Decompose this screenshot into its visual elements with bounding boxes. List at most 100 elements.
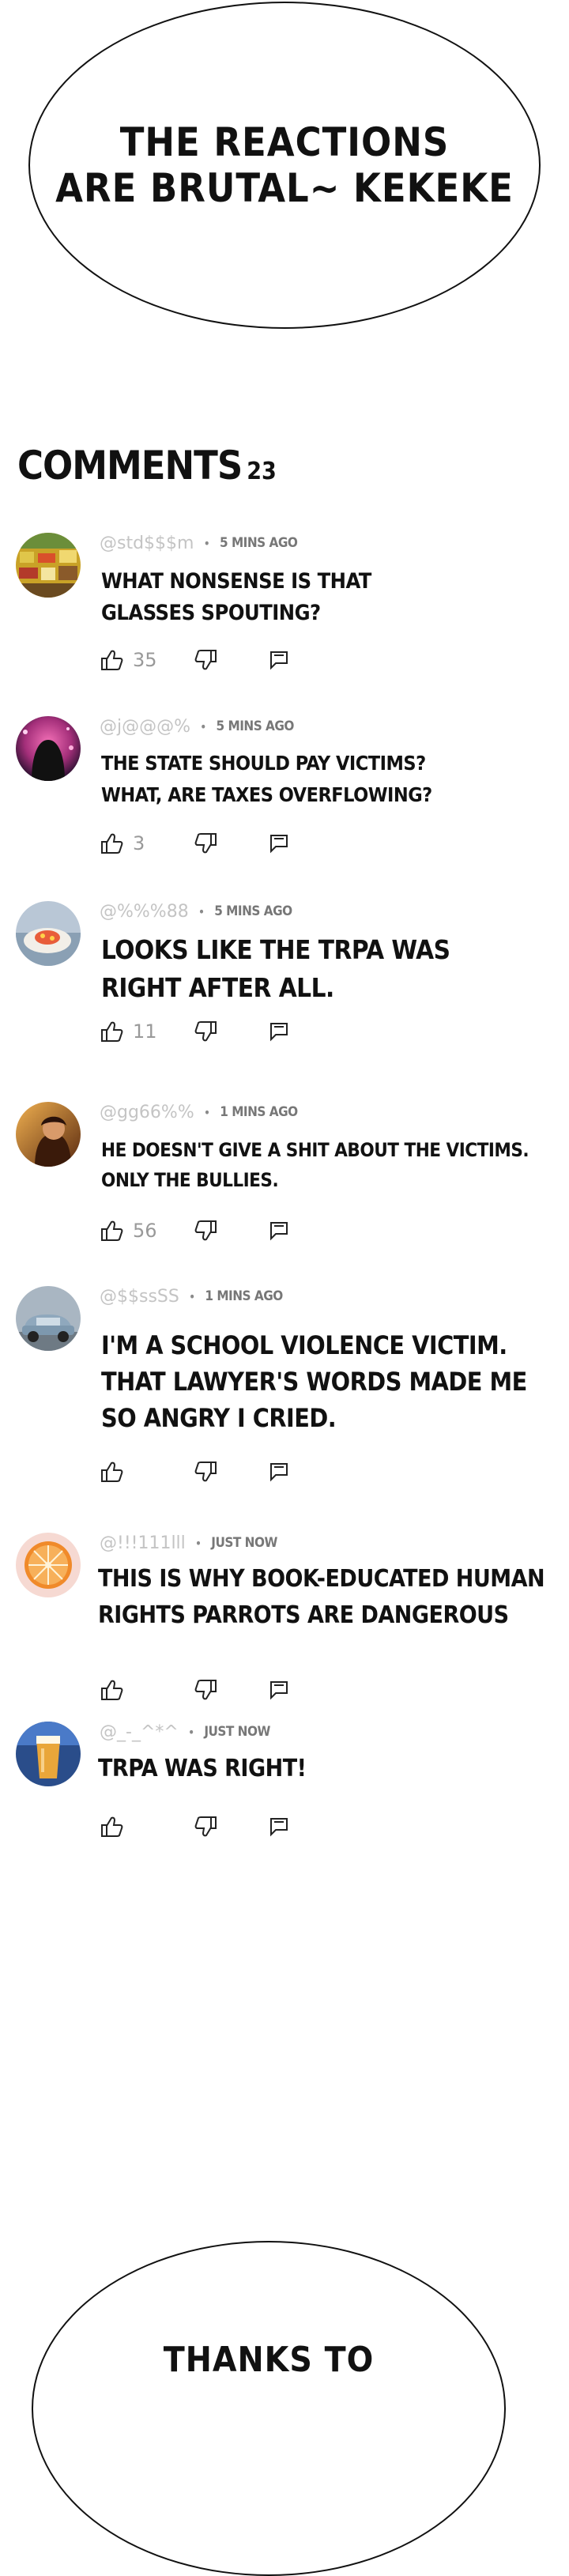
separator-dot: • bbox=[187, 1724, 195, 1740]
thumbs-up-icon bbox=[100, 648, 123, 672]
separator-dot: • bbox=[203, 535, 210, 551]
comment-meta: @%%%88 • 5 MINS AGO bbox=[100, 900, 292, 923]
thumbs-down-icon bbox=[194, 832, 218, 855]
dislike-button[interactable] bbox=[194, 1020, 218, 1043]
comment-handle[interactable]: @$$ssSS bbox=[100, 1287, 179, 1307]
comments-header: COMMENTS 23 bbox=[17, 443, 277, 488]
dislike-button[interactable] bbox=[194, 648, 218, 672]
separator-dot: • bbox=[203, 1104, 211, 1120]
comment-time: 5 MINS AGO bbox=[214, 903, 292, 919]
bottom-bubble-text: THANKS TO bbox=[163, 2340, 375, 2380]
comment-handle[interactable]: @%%%88 bbox=[100, 902, 189, 922]
reply-button[interactable] bbox=[267, 648, 291, 672]
thumbs-down-icon bbox=[194, 1678, 218, 1702]
thumbs-up-icon bbox=[100, 832, 123, 855]
thumbs-down-icon bbox=[194, 648, 218, 672]
like-button[interactable] bbox=[100, 1678, 133, 1702]
separator-dot: • bbox=[188, 1288, 196, 1304]
comment-time: 1 MINS AGO bbox=[220, 1104, 298, 1120]
like-button[interactable]: 35 bbox=[100, 648, 157, 672]
separator-dot: • bbox=[200, 718, 207, 734]
reply-button[interactable] bbox=[267, 832, 291, 855]
comments-count: 23 bbox=[247, 458, 277, 485]
comment-meta: @_-_^*^ • JUST NOW bbox=[100, 1720, 270, 1744]
comment-meta: @!!!111lll • JUST NOW bbox=[100, 1531, 277, 1555]
comment-meta: @j@@@% • 5 MINS AGO bbox=[100, 715, 294, 738]
thumbs-down-icon bbox=[194, 1219, 218, 1243]
comment-actions: 56 bbox=[100, 1219, 337, 1246]
orange-slice-avatar-icon[interactable] bbox=[16, 1533, 81, 1597]
reply-icon bbox=[267, 1020, 291, 1043]
comment-meta: @gg66%% • 1 MINS AGO bbox=[100, 1100, 298, 1124]
comment-actions: 11 bbox=[100, 1020, 337, 1047]
hooded-figure-avatar-icon[interactable] bbox=[16, 716, 81, 781]
comments-title: COMMENTS bbox=[17, 443, 243, 488]
comment-time: JUST NOW bbox=[204, 1724, 270, 1740]
dislike-button[interactable] bbox=[194, 1815, 218, 1839]
beer-glass-avatar-icon[interactable] bbox=[16, 1722, 81, 1786]
dislike-button[interactable] bbox=[194, 1678, 218, 1702]
reply-button[interactable] bbox=[267, 1460, 291, 1484]
reply-icon bbox=[267, 648, 291, 672]
comment-meta: @std$$$m • 5 MINS AGO bbox=[100, 531, 298, 555]
thumbs-down-icon bbox=[194, 1020, 218, 1043]
reply-icon bbox=[267, 1815, 291, 1839]
comment-meta: @$$ssSS • 1 MINS AGO bbox=[100, 1284, 283, 1308]
portrait-avatar-icon[interactable] bbox=[16, 1102, 81, 1167]
comment-handle[interactable]: @_-_^*^ bbox=[100, 1722, 179, 1742]
like-button[interactable] bbox=[100, 1460, 133, 1484]
comment-text: HE DOESN'T GIVE A SHIT ABOUT THE VICTIMS… bbox=[101, 1139, 529, 1191]
comment-time: 5 MINS AGO bbox=[219, 535, 298, 551]
reply-icon bbox=[267, 832, 291, 855]
thumbs-up-icon bbox=[100, 1815, 123, 1839]
like-button[interactable] bbox=[100, 1815, 133, 1839]
car-avatar-icon[interactable] bbox=[16, 1286, 81, 1351]
like-button[interactable]: 11 bbox=[100, 1020, 157, 1043]
reply-icon bbox=[267, 1460, 291, 1484]
dislike-button[interactable] bbox=[194, 1219, 218, 1243]
thumbs-up-icon bbox=[100, 1678, 123, 1702]
reply-icon bbox=[267, 1219, 291, 1243]
reply-button[interactable] bbox=[267, 1815, 291, 1839]
comment-handle[interactable]: @!!!111lll bbox=[100, 1533, 186, 1553]
comment-text: I'M A SCHOOL VIOLENCE VICTIM. THAT LAWYE… bbox=[101, 1330, 527, 1433]
comment-time: JUST NOW bbox=[211, 1535, 277, 1551]
like-button[interactable]: 56 bbox=[100, 1219, 157, 1243]
top-speech-bubble: THE REACTIONS ARE BRUTAL~ KEKEKE bbox=[28, 2, 541, 329]
reply-button[interactable] bbox=[267, 1678, 291, 1702]
reply-icon bbox=[267, 1678, 291, 1702]
dislike-button[interactable] bbox=[194, 1460, 218, 1484]
comment-text: TRPA WAS RIGHT! bbox=[98, 1755, 307, 1782]
like-count: 11 bbox=[133, 1020, 157, 1043]
comment-text: THIS IS WHY BOOK-EDUCATED HUMAN RIGHTS P… bbox=[98, 1565, 545, 1629]
separator-dot: • bbox=[194, 1535, 202, 1551]
comment-actions bbox=[100, 1460, 337, 1487]
comment-actions: 35 bbox=[100, 648, 337, 675]
thumbs-up-icon bbox=[100, 1020, 123, 1043]
reply-button[interactable] bbox=[267, 1219, 291, 1243]
thumbs-up-icon bbox=[100, 1460, 123, 1484]
reply-button[interactable] bbox=[267, 1020, 291, 1043]
comment-text: THE STATE SHOULD PAY VICTIMS? WHAT, ARE … bbox=[101, 752, 432, 806]
like-count: 56 bbox=[133, 1220, 157, 1242]
separator-dot: • bbox=[198, 903, 205, 919]
top-bubble-text: THE REACTIONS ARE BRUTAL~ KEKEKE bbox=[55, 119, 514, 211]
comment-handle[interactable]: @j@@@% bbox=[100, 717, 190, 737]
thumbs-down-icon bbox=[194, 1460, 218, 1484]
comment-handle[interactable]: @std$$$m bbox=[100, 534, 194, 553]
thumbs-up-icon bbox=[100, 1219, 123, 1243]
food-avatar-icon[interactable] bbox=[16, 901, 81, 966]
comment-time: 5 MINS AGO bbox=[216, 718, 295, 734]
dislike-button[interactable] bbox=[194, 832, 218, 855]
comment-handle[interactable]: @gg66%% bbox=[100, 1103, 194, 1122]
like-button[interactable]: 3 bbox=[100, 832, 145, 855]
comment-text: LOOKS LIKE THE TRPA WAS RIGHT AFTER ALL. bbox=[101, 934, 450, 1003]
comment-time: 1 MINS AGO bbox=[205, 1288, 283, 1304]
bottom-speech-bubble: THANKS TO bbox=[32, 2241, 506, 2576]
comment-actions: 3 bbox=[100, 832, 337, 858]
comment-actions bbox=[100, 1815, 337, 1842]
like-count: 35 bbox=[133, 649, 157, 671]
comment-actions bbox=[100, 1678, 337, 1705]
market-avatar-icon[interactable] bbox=[16, 533, 81, 598]
like-count: 3 bbox=[133, 832, 145, 854]
